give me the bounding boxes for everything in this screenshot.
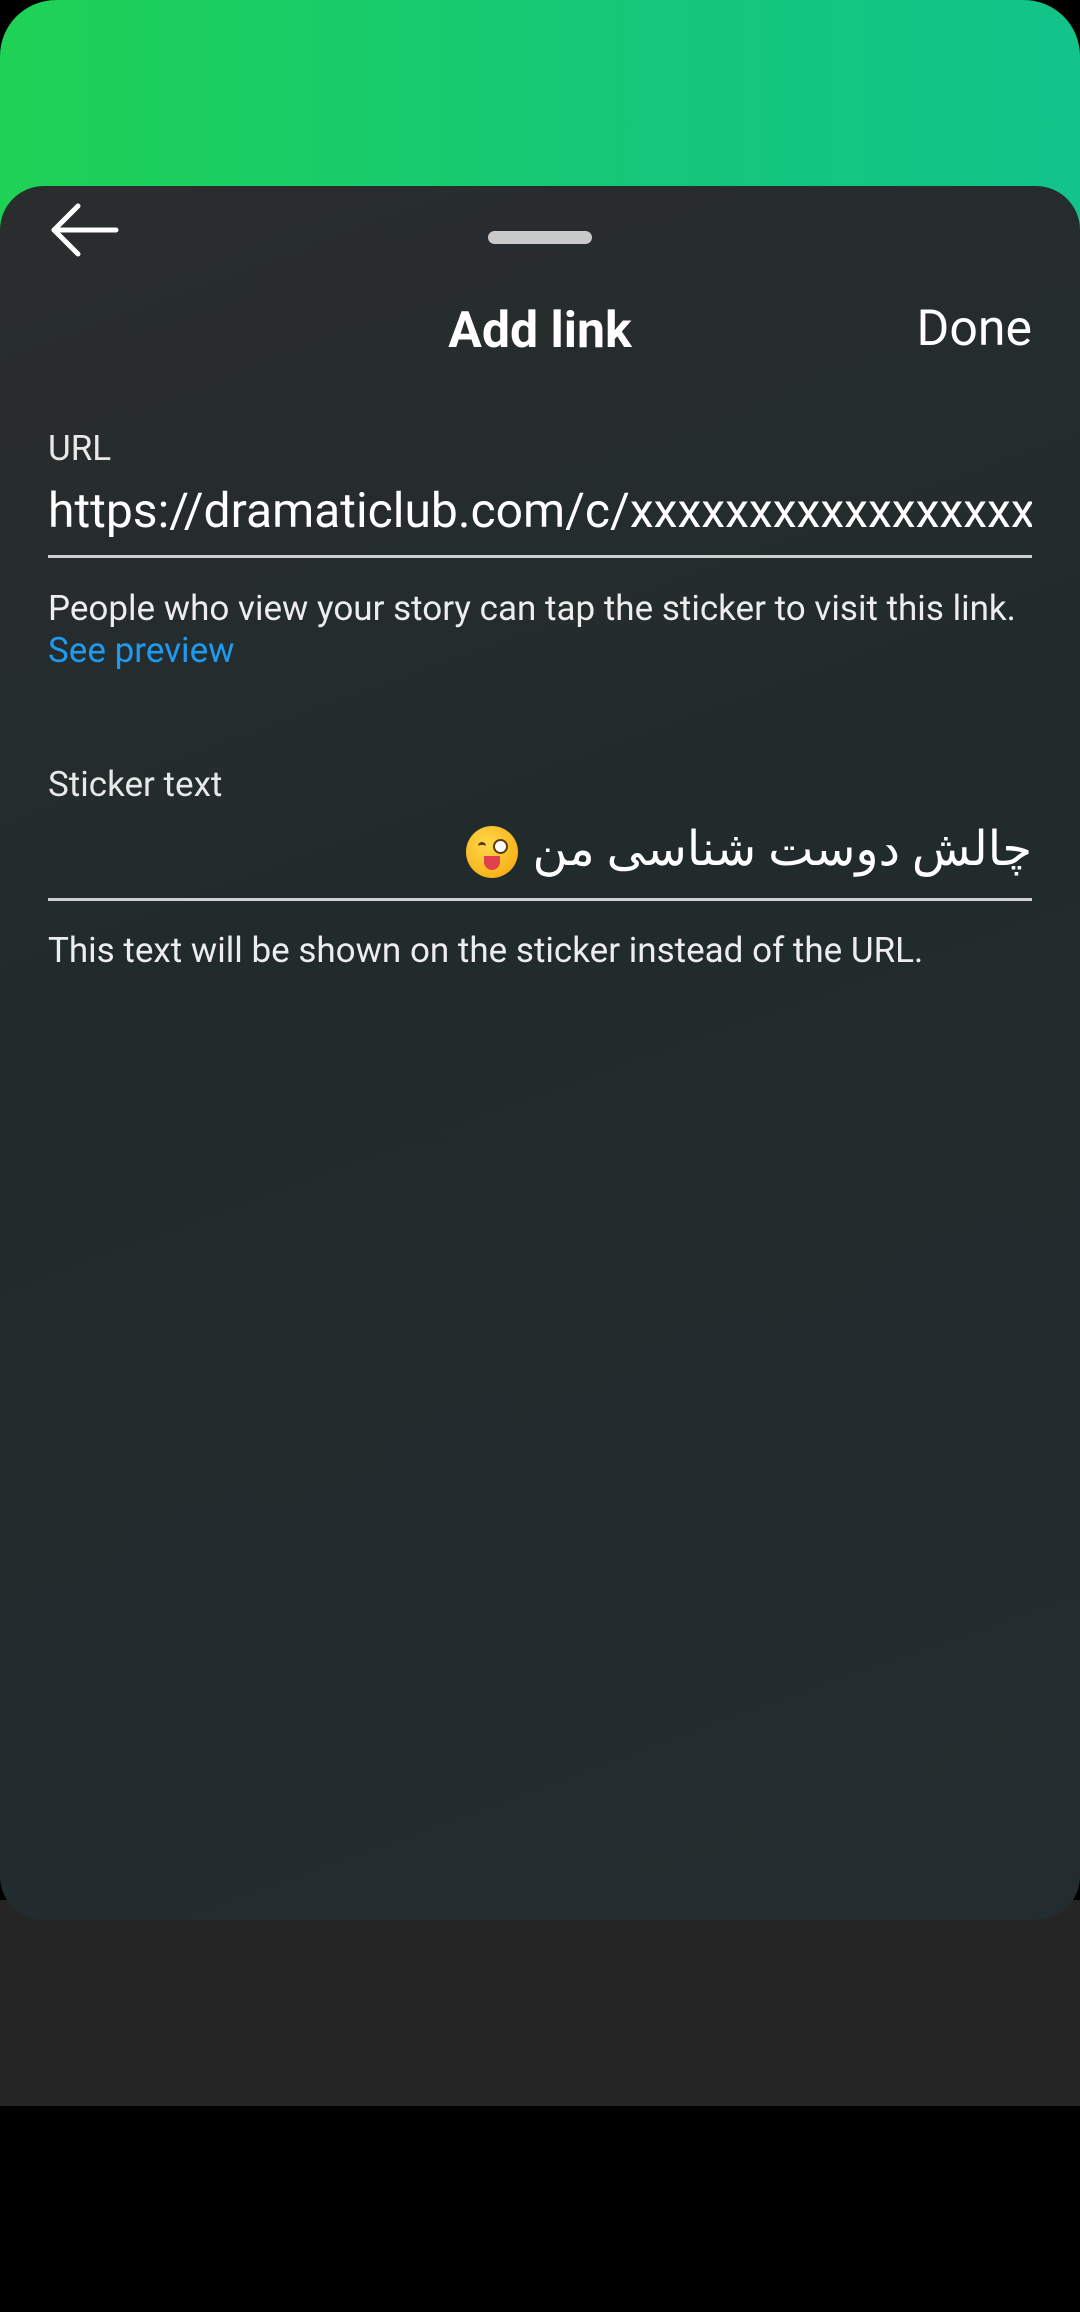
url-helper-text: People who view your story can tap the s… bbox=[48, 588, 1016, 629]
screen: Add link Done URL https://dramaticlub.co… bbox=[0, 0, 1080, 2312]
sticker-text-label: Sticker text bbox=[48, 764, 223, 805]
done-button[interactable]: Done bbox=[917, 300, 1032, 358]
sticker-text-underline bbox=[48, 898, 1032, 901]
url-label: URL bbox=[48, 428, 112, 469]
back-button[interactable] bbox=[44, 190, 124, 270]
url-underline bbox=[48, 555, 1032, 558]
arrow-left-icon bbox=[51, 203, 119, 257]
add-link-sheet bbox=[0, 186, 1080, 1920]
see-preview-link[interactable]: See preview bbox=[48, 630, 234, 671]
url-helper: People who view your story can tap the s… bbox=[48, 588, 1038, 672]
drag-handle[interactable] bbox=[488, 231, 592, 244]
lower-band bbox=[0, 1900, 1080, 2106]
winking-face-with-tongue-icon bbox=[466, 826, 519, 879]
url-input[interactable]: https://dramaticlub.com/c/xxxxxxxxxxxxxx… bbox=[48, 482, 1032, 539]
sticker-text-helper: This text will be shown on the sticker i… bbox=[48, 930, 924, 971]
sticker-text-input[interactable]: چالش دوست شناسی من bbox=[48, 820, 1032, 879]
sticker-text-value: چالش دوست شناسی من bbox=[532, 820, 1032, 877]
